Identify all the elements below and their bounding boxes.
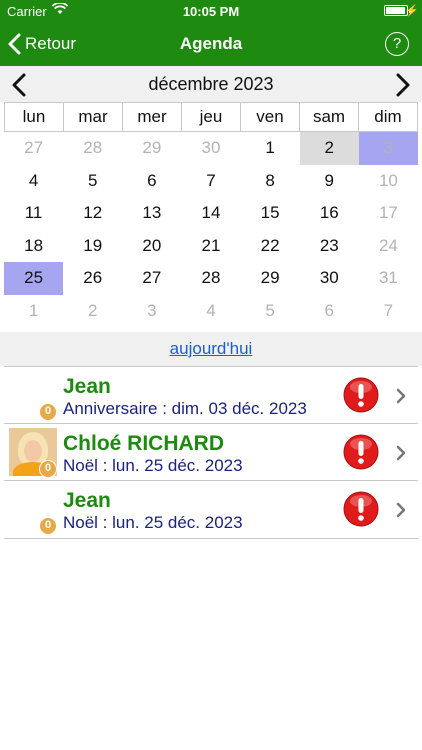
- calendar-day[interactable]: 8: [241, 165, 300, 198]
- calendar-day[interactable]: 6: [300, 295, 359, 328]
- calendar-day[interactable]: 3: [122, 295, 181, 328]
- calendar-day[interactable]: 5: [63, 165, 122, 198]
- count-badge: 0: [39, 517, 57, 535]
- weekday-header: lun mar mer jeu ven sam dim: [4, 102, 418, 132]
- calendar-day[interactable]: 12: [63, 197, 122, 230]
- calendar-day[interactable]: 10: [359, 165, 418, 198]
- avatar: 0: [9, 371, 57, 421]
- navigation-bar: Retour Agenda ?: [0, 22, 422, 66]
- calendar-day[interactable]: 23: [300, 230, 359, 263]
- weekday-label: dim: [359, 102, 418, 132]
- calendar-day[interactable]: 14: [181, 197, 240, 230]
- calendar-day[interactable]: 7: [359, 295, 418, 328]
- today-link[interactable]: aujourd'hui: [170, 339, 253, 358]
- calendar-day[interactable]: 29: [122, 132, 181, 165]
- weekday-label: sam: [300, 102, 359, 132]
- chevron-left-icon: [8, 33, 21, 55]
- contact-name: Jean: [63, 489, 111, 512]
- calendar-day[interactable]: 30: [181, 132, 240, 165]
- calendar-day[interactable]: 20: [122, 230, 181, 263]
- weekday-label: mar: [64, 102, 123, 132]
- chevron-right-icon: [396, 388, 406, 404]
- calendar-day[interactable]: 9: [300, 165, 359, 198]
- event-row[interactable]: 0 Chloé RICHARD Noël : lun. 25 déc. 2023: [4, 423, 418, 481]
- calendar-day[interactable]: 2: [63, 295, 122, 328]
- count-badge: 0: [39, 403, 57, 421]
- calendar-days: 27 28 29 30 1 2 3 4 5 6 7 8 9 10 11 12 1…: [4, 132, 418, 328]
- calendar-week: 11 12 13 14 15 16 17: [4, 197, 418, 230]
- month-header: décembre 2023: [0, 66, 422, 102]
- calendar-day[interactable]: 4: [181, 295, 240, 328]
- weekday-label: lun: [4, 102, 64, 132]
- calendar-day[interactable]: 17: [359, 197, 418, 230]
- calendar-day[interactable]: 27: [4, 132, 63, 165]
- exclamation-circle-icon[interactable]: [343, 377, 379, 413]
- weekday-label: ven: [241, 102, 300, 132]
- calendar-day[interactable]: 29: [241, 262, 300, 295]
- calendar-day[interactable]: 31: [359, 262, 418, 295]
- calendar-week: 18 19 20 21 22 23 24: [4, 230, 418, 263]
- today-bar: aujourd'hui: [0, 332, 422, 366]
- event-detail: Noël : lun. 25 déc. 2023: [63, 455, 243, 475]
- count-badge: 0: [39, 459, 57, 478]
- chevron-right-icon: [396, 73, 410, 97]
- calendar-day[interactable]: 15: [241, 197, 300, 230]
- calendar-day[interactable]: 26: [63, 262, 122, 295]
- calendar-day-today[interactable]: 2: [299, 132, 359, 165]
- back-button-label: Retour: [25, 34, 77, 53]
- event-list: 0 Jean Anniversaire : dim. 03 déc. 2023 …: [4, 366, 418, 539]
- exclamation-circle-icon[interactable]: [343, 491, 379, 527]
- calendar-day[interactable]: 22: [241, 230, 300, 263]
- calendar-week: 4 5 6 7 8 9 10: [4, 165, 418, 198]
- chevron-right-icon: [396, 502, 406, 518]
- month-title: décembre 2023: [148, 74, 274, 94]
- battery-level: [386, 7, 405, 14]
- charging-icon: ⚡: [405, 5, 419, 17]
- calendar-day[interactable]: 1: [241, 132, 300, 165]
- weekday-label: jeu: [182, 102, 241, 132]
- calendar-day[interactable]: 30: [300, 262, 359, 295]
- status-time: 10:05 PM: [182, 4, 240, 19]
- help-button[interactable]: ?: [385, 32, 409, 56]
- calendar-grid: lun mar mer jeu ven sam dim 27 28 29 30 …: [4, 102, 418, 328]
- exclamation-circle-icon[interactable]: [343, 434, 379, 470]
- calendar-day[interactable]: 24: [359, 230, 418, 263]
- event-row[interactable]: 0 Jean Anniversaire : dim. 03 déc. 2023: [4, 366, 418, 424]
- calendar-day[interactable]: 21: [181, 230, 240, 263]
- calendar-day[interactable]: 1: [4, 295, 63, 328]
- event-row[interactable]: 0 Jean Noël : lun. 25 déc. 2023: [4, 481, 418, 539]
- avatar: 0: [9, 427, 57, 478]
- event-detail: Noël : lun. 25 déc. 2023: [63, 513, 243, 532]
- weekday-label: mer: [123, 102, 182, 132]
- calendar-day[interactable]: 4: [4, 165, 63, 198]
- calendar-day-event[interactable]: 3: [358, 132, 418, 165]
- avatar: 0: [9, 485, 57, 535]
- calendar-day[interactable]: 7: [181, 165, 240, 198]
- calendar-day[interactable]: 28: [181, 262, 240, 295]
- calendar-day[interactable]: 27: [122, 262, 181, 295]
- event-detail: Anniversaire : dim. 03 déc. 2023: [63, 399, 307, 418]
- calendar-day[interactable]: 19: [63, 230, 122, 263]
- calendar-day[interactable]: 16: [300, 197, 359, 230]
- chevron-right-icon: [396, 445, 406, 460]
- back-button[interactable]: Retour: [8, 22, 76, 66]
- calendar-week: 27 28 29 30 1 2 3: [4, 132, 418, 165]
- question-circle-icon: ?: [392, 35, 402, 52]
- calendar-day[interactable]: 11: [4, 197, 63, 230]
- calendar-week: 1 2 3 4 5 6 7: [4, 295, 418, 328]
- calendar-week: 25 26 27 28 29 30 31: [4, 262, 418, 295]
- calendar-day[interactable]: 28: [63, 132, 122, 165]
- contact-name: Chloé RICHARD: [63, 431, 224, 455]
- calendar-day[interactable]: 13: [122, 197, 181, 230]
- contact-name: Jean: [63, 375, 111, 398]
- status-bar: Carrier 10:05 PM ⚡: [0, 0, 422, 22]
- next-month-button[interactable]: [388, 70, 418, 100]
- calendar-day[interactable]: 18: [4, 230, 63, 263]
- calendar-day-event[interactable]: 25: [4, 262, 64, 295]
- calendar-day[interactable]: 5: [241, 295, 300, 328]
- calendar-day[interactable]: 6: [122, 165, 181, 198]
